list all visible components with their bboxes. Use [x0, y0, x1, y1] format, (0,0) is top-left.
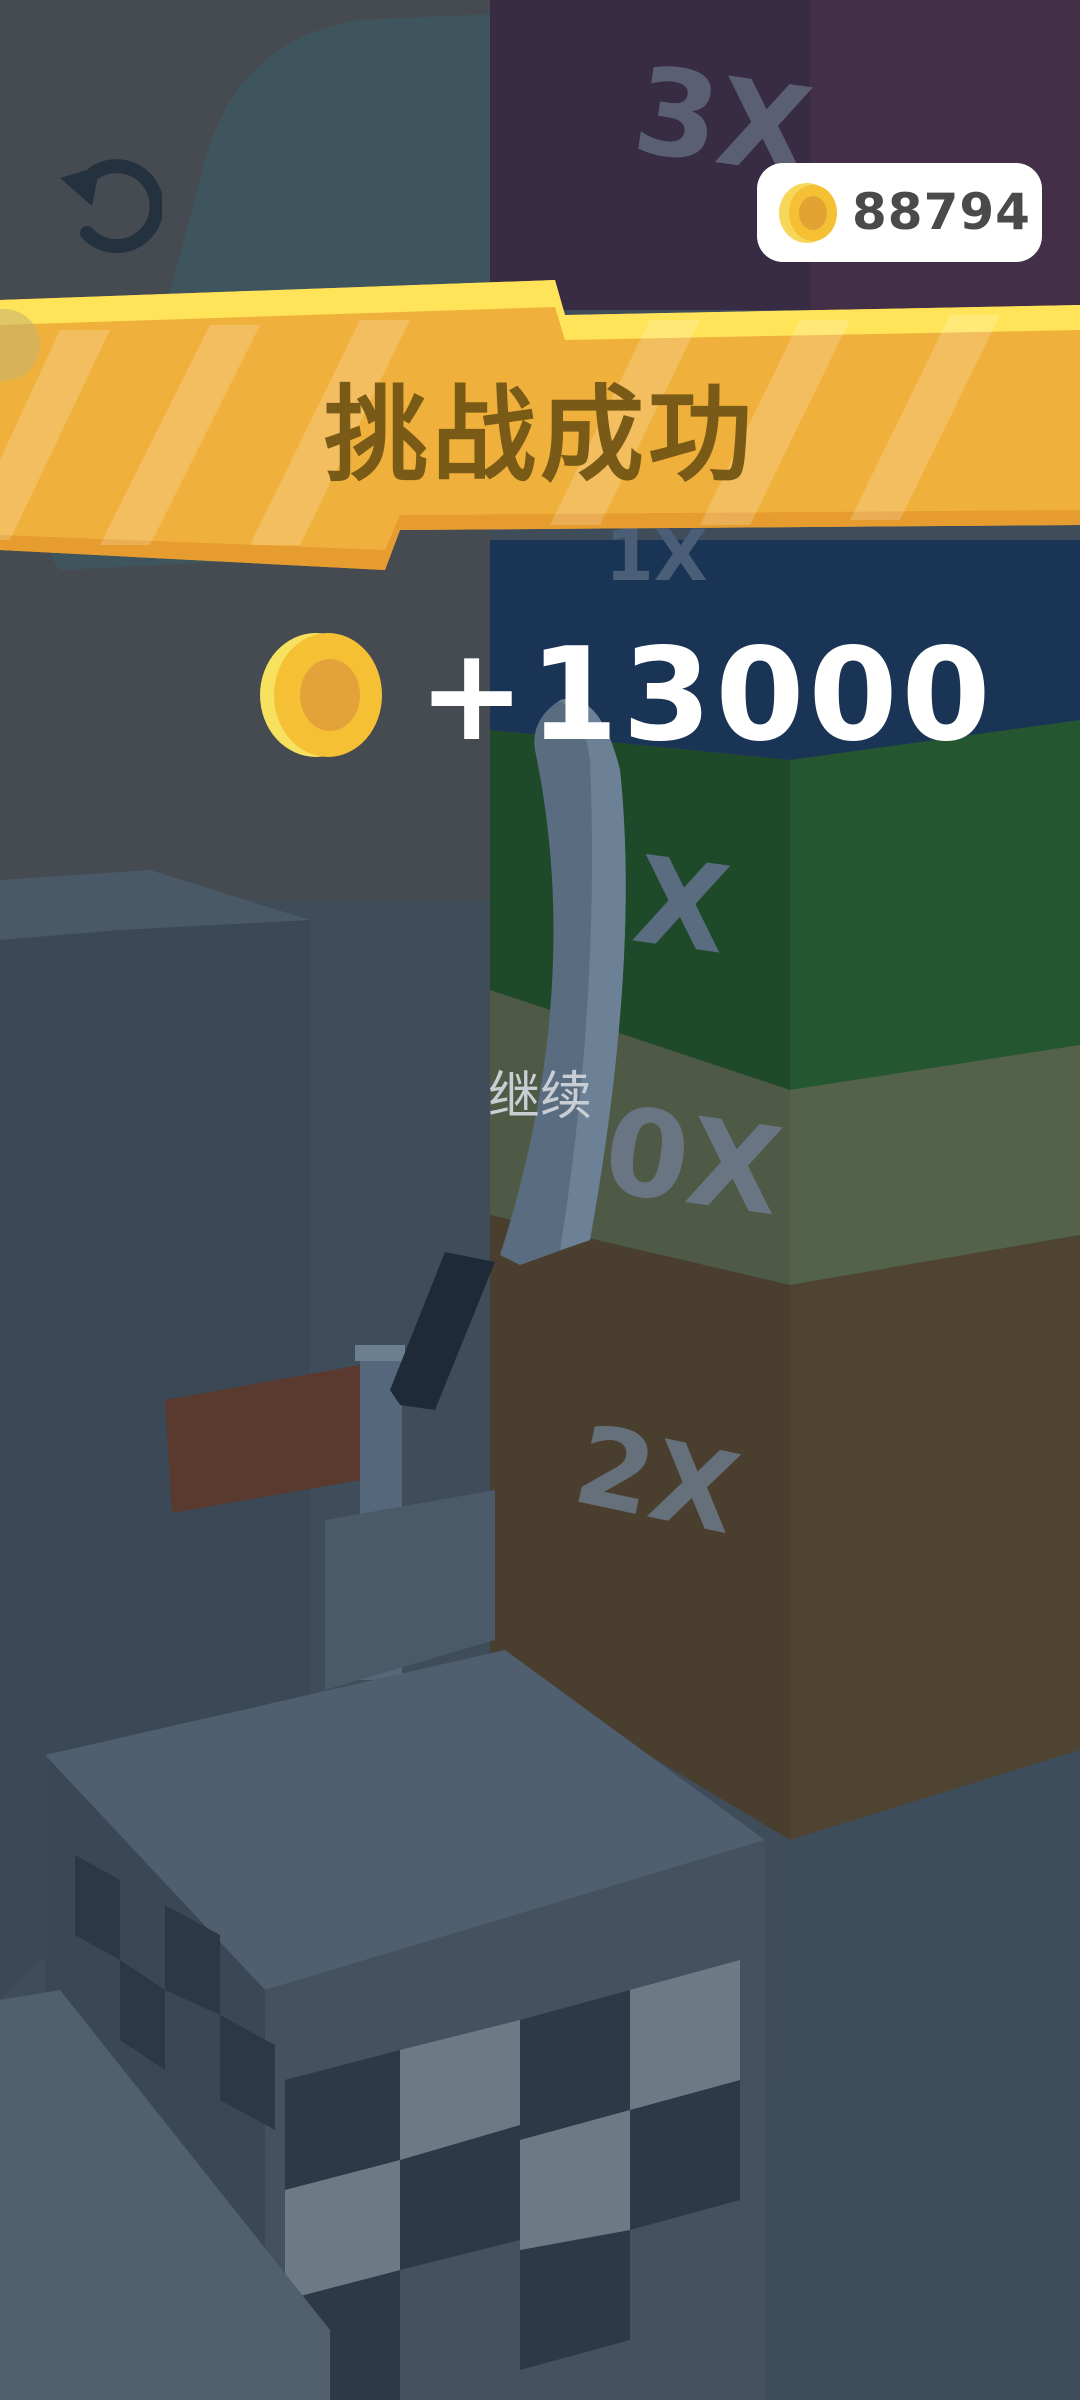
coin-icon [779, 183, 837, 243]
banner-title: 挑战成功 [323, 374, 756, 496]
block-label-x: X [626, 831, 737, 982]
game-background: 3X 1X X 0X 2X [0, 0, 1080, 2400]
reward-amount: +13000 [418, 621, 995, 770]
restart-icon [60, 159, 164, 254]
restart-button[interactable] [52, 148, 164, 258]
coin-counter: 88794 [757, 163, 1042, 262]
reward-row: +13000 [258, 628, 991, 763]
continue-button[interactable]: 继续 [440, 1055, 640, 1140]
game-scene: 3X 1X X 0X 2X 88794 挑战成功 +13000 继续 [0, 0, 1080, 2400]
coin-icon [260, 633, 382, 757]
coin-total: 88794 [852, 183, 1031, 241]
